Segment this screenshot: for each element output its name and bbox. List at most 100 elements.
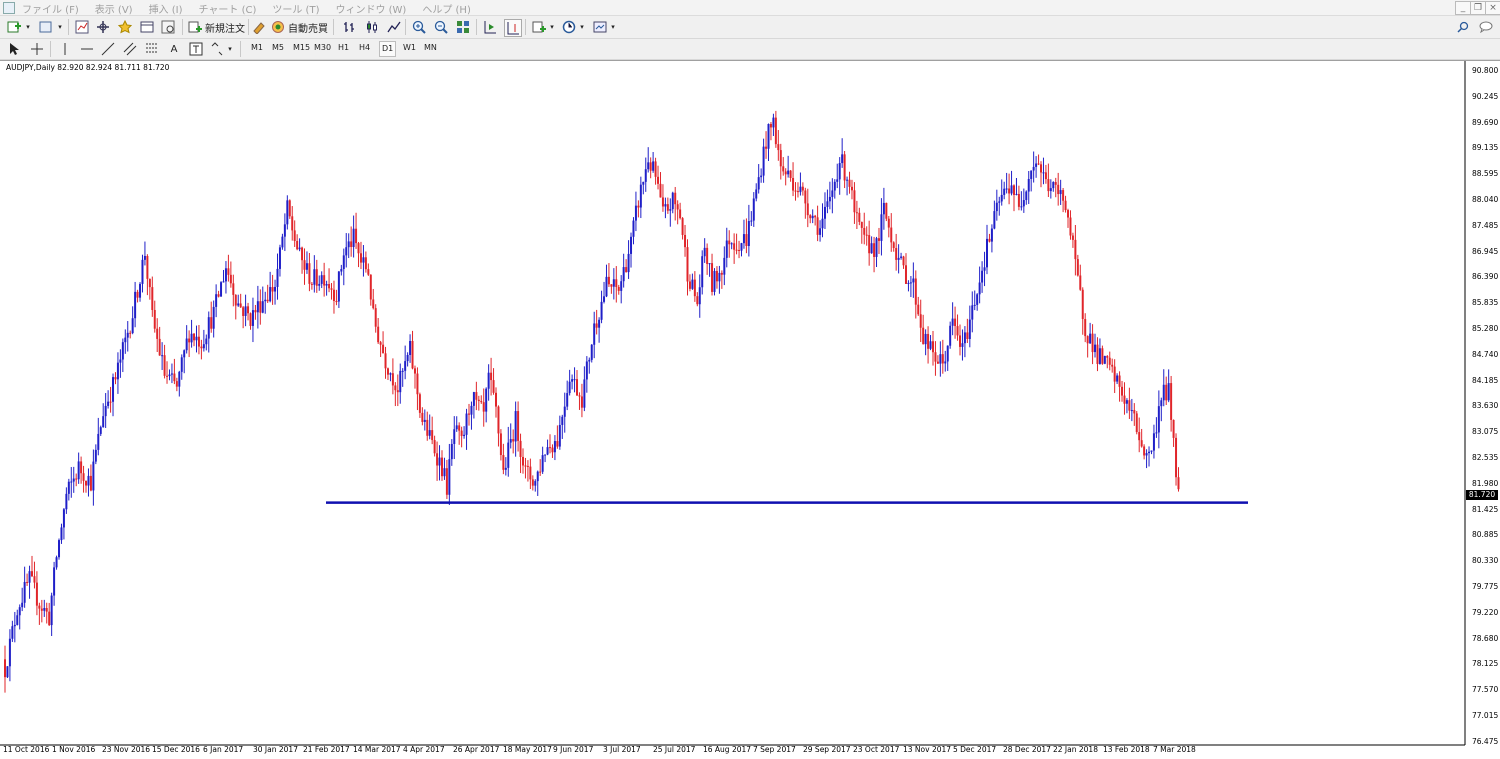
bar-chart-icon[interactable] xyxy=(341,19,357,35)
bullish-candle xyxy=(102,416,105,428)
arrows-icon[interactable] xyxy=(209,41,225,57)
bullish-candle xyxy=(313,269,316,285)
cursor-icon[interactable] xyxy=(6,41,22,57)
vertical-line-icon[interactable] xyxy=(57,41,73,57)
timeframe-h4[interactable]: H4 xyxy=(357,41,372,55)
bearish-candle xyxy=(151,287,154,310)
chevron-down-icon[interactable]: ▾ xyxy=(226,41,234,57)
timeframe-m5[interactable]: M5 xyxy=(270,41,286,55)
bullish-candle xyxy=(1010,185,1013,194)
timeframe-w1[interactable]: W1 xyxy=(401,41,418,55)
chevron-down-icon[interactable]: ▾ xyxy=(609,19,617,35)
timeframe-mn[interactable]: MN xyxy=(422,41,439,55)
bearish-candle xyxy=(956,326,959,336)
bearish-candle xyxy=(89,475,92,491)
timeframe-m1[interactable]: M1 xyxy=(249,41,265,55)
bullish-candle xyxy=(13,624,16,627)
timeframe-h1[interactable]: H1 xyxy=(336,41,351,55)
timeframe-d1[interactable]: D1 xyxy=(379,41,397,57)
metaeditor-icon[interactable] xyxy=(251,19,267,35)
menu-item[interactable]: ウィンドウ (W) xyxy=(335,1,406,16)
restore-button[interactable]: ❐ xyxy=(1470,1,1486,15)
date-tick-label: 7 Sep 2017 xyxy=(753,745,796,754)
bullish-candle xyxy=(558,424,561,447)
channel-icon[interactable] xyxy=(122,41,138,57)
bearish-candle xyxy=(988,238,991,242)
timeframe-m30[interactable]: M30 xyxy=(312,41,333,55)
bearish-candle xyxy=(1111,364,1114,367)
bullish-candle xyxy=(1089,333,1092,344)
chart-shift-icon[interactable] xyxy=(504,19,522,37)
bullish-candle xyxy=(691,279,694,289)
bearish-candle xyxy=(413,368,416,374)
trendline-icon[interactable] xyxy=(100,41,116,57)
bullish-candle xyxy=(104,405,107,417)
favorites-icon[interactable] xyxy=(117,19,133,35)
line-chart-icon[interactable] xyxy=(386,19,402,35)
market-watch-icon[interactable] xyxy=(74,19,90,35)
text-label-icon[interactable] xyxy=(188,41,204,57)
menu-item[interactable]: ツール (T) xyxy=(272,1,319,16)
auto-scroll-icon[interactable] xyxy=(482,19,498,35)
auto-trading-button[interactable]: 自動売買 xyxy=(271,19,329,35)
timeframe-m15[interactable]: M15 xyxy=(291,41,312,55)
bearish-candle xyxy=(394,385,397,391)
indicators-icon[interactable] xyxy=(531,19,547,35)
bullish-candle xyxy=(352,228,355,247)
menu-item[interactable]: ヘルプ (H) xyxy=(422,1,471,16)
chevron-down-icon[interactable]: ▾ xyxy=(578,19,586,35)
text-icon[interactable]: A xyxy=(166,41,182,57)
navigator-icon[interactable] xyxy=(95,19,111,35)
chart-plot[interactable] xyxy=(0,61,1500,758)
terminal-icon[interactable] xyxy=(139,19,155,35)
bullish-candle xyxy=(504,467,507,470)
crosshair-icon[interactable] xyxy=(29,41,45,57)
bearish-candle xyxy=(315,269,318,286)
zoom-in-icon[interactable] xyxy=(411,19,427,35)
bullish-candle xyxy=(627,253,630,273)
bullish-candle xyxy=(986,238,988,268)
menu-item[interactable]: ファイル (F) xyxy=(22,1,79,16)
profiles-icon[interactable] xyxy=(38,19,54,35)
chevron-down-icon[interactable]: ▾ xyxy=(56,19,64,35)
tile-windows-icon[interactable] xyxy=(455,19,471,35)
bearish-candle xyxy=(411,340,414,369)
periods-clock-icon[interactable] xyxy=(561,19,577,35)
bearish-candle xyxy=(136,291,139,298)
bearish-candle xyxy=(197,336,200,347)
toolbar-separator xyxy=(68,19,69,35)
templates-icon[interactable] xyxy=(592,19,608,35)
candlestick-chart-icon[interactable] xyxy=(364,19,380,35)
zoom-out-icon[interactable] xyxy=(433,19,449,35)
strategy-tester-icon[interactable] xyxy=(160,19,176,35)
bearish-candle xyxy=(850,186,853,191)
app-icon xyxy=(3,2,15,14)
menu-item[interactable]: 挿入 (I) xyxy=(149,1,183,16)
chevron-down-icon[interactable]: ▾ xyxy=(548,19,556,35)
fibonacci-icon[interactable] xyxy=(144,41,160,57)
bullish-candle xyxy=(605,276,608,297)
bullish-candle xyxy=(811,215,814,219)
bearish-candle xyxy=(706,247,709,264)
date-tick-label: 16 Aug 2017 xyxy=(703,745,752,754)
menu-item[interactable]: チャート (C) xyxy=(199,1,257,16)
menu-item[interactable]: 表示 (V) xyxy=(95,1,133,16)
bearish-candle xyxy=(715,270,718,282)
search-icon[interactable] xyxy=(1455,19,1471,35)
bearish-candle xyxy=(436,453,439,466)
bearish-candle xyxy=(359,253,362,263)
bearish-candle xyxy=(551,447,554,453)
close-button[interactable]: × xyxy=(1485,1,1500,15)
new-order-button[interactable]: 新規注文 xyxy=(188,19,246,35)
price-tick-label: 86.390 xyxy=(1472,272,1499,282)
chevron-down-icon[interactable]: ▾ xyxy=(24,19,32,35)
bearish-candle xyxy=(391,373,394,386)
date-tick-label: 9 Jun 2017 xyxy=(553,745,594,754)
bullish-candle xyxy=(325,283,328,286)
minimize-button[interactable]: _ xyxy=(1455,1,1471,15)
chat-icon[interactable] xyxy=(1478,19,1494,35)
horizontal-line-icon[interactable] xyxy=(79,41,95,57)
bearish-candle xyxy=(1076,259,1079,276)
new-chart-icon[interactable] xyxy=(6,19,22,35)
bullish-candle xyxy=(946,345,949,362)
